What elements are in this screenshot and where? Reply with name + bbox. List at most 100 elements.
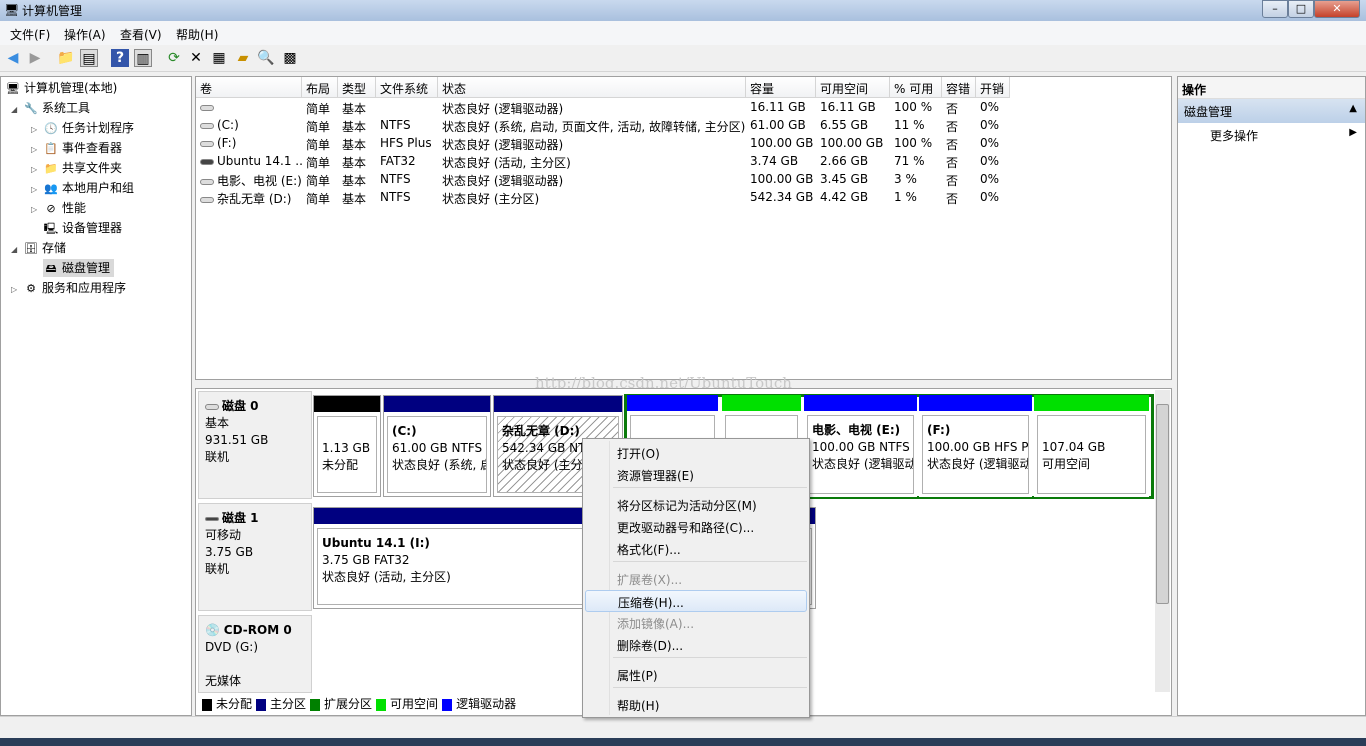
cell-text: 11 % — [894, 118, 925, 132]
legend-swatch — [202, 698, 212, 711]
menu-separator — [613, 687, 807, 688]
partition-c[interactable]: (C:) 61.00 GB NTFS 状态良好 (系统, 启 — [383, 395, 491, 497]
partition-status: 状态良好 (逻辑驱动 — [927, 457, 1029, 471]
collapse-up-icon[interactable]: ▲ — [1349, 103, 1357, 114]
disk-size: 931.51 GB — [205, 433, 269, 447]
properties-icon[interactable]: ▦ — [210, 49, 228, 67]
actions-section-disk-management[interactable]: 磁盘管理 ▲ — [1178, 99, 1365, 123]
column-header-capacity[interactable]: 容量 — [746, 77, 816, 98]
tree-item-performance[interactable]: ▷ ⊘ 性能 — [31, 199, 86, 217]
maximize-button[interactable]: □ — [1288, 0, 1314, 18]
show-hide-action-icon[interactable]: ▥ — [134, 49, 152, 67]
forward-icon[interactable]: ▶ — [26, 49, 44, 67]
delete-icon[interactable]: ✕ — [187, 49, 205, 67]
table-row[interactable]: (C:) 简单 基本 NTFS 状态良好 (系统, 启动, 页面文件, 活动, 故障转储… — [196, 116, 1171, 134]
drive-icon — [200, 104, 214, 111]
storage-icon: 🗄 — [24, 241, 38, 255]
column-header-overhead[interactable]: 开销 — [976, 77, 1010, 98]
partition-unallocated[interactable]: 1.13 GB 未分配 — [313, 395, 381, 497]
disk-type: 基本 — [205, 416, 230, 430]
menu-item-explore[interactable]: 资源管理器(E) — [585, 464, 807, 486]
tree-item-local-users[interactable]: ▷ 👥 本地用户和组 — [31, 179, 134, 197]
cell-free-space: 4.42 GB — [818, 190, 892, 208]
cell-text: 简单 — [306, 138, 331, 152]
cell-text: 状态良好 (主分区) — [442, 192, 540, 206]
menu-action[interactable]: 操作(A) — [64, 26, 106, 43]
open-icon[interactable]: ▰ — [234, 49, 252, 67]
refresh-icon[interactable]: ⟳ — [165, 49, 183, 67]
tree-item-disk-management[interactable]: 🖴 磁盘管理 — [43, 259, 115, 277]
menu-item-format[interactable]: 格式化(F)... — [585, 538, 807, 560]
minimize-button[interactable]: – — [1262, 0, 1288, 18]
search-icon[interactable]: 🔍 — [257, 49, 275, 67]
disk-0-label[interactable]: 磁盘 0 基本 931.51 GB 联机 — [198, 391, 312, 499]
settings-icon[interactable]: ▩ — [281, 49, 299, 67]
table-row[interactable]: (F:) 简单 基本 HFS Plus 状态良好 (逻辑驱动器) 100.00 GB 100… — [196, 134, 1171, 152]
vertical-scrollbar[interactable] — [1155, 390, 1170, 692]
tree-item-system-tools[interactable]: ◢ 🔧 系统工具 — [11, 99, 90, 117]
partition-f[interactable]: (F:) 100.00 GB HFS Pl 状态良好 (逻辑驱动 — [919, 395, 1032, 497]
cell-text: 电影、电视 (E:) — [217, 174, 302, 188]
column-header-volume[interactable]: 卷 — [196, 77, 302, 98]
tree-item-storage[interactable]: ◢ 🗄 存储 — [11, 239, 66, 257]
column-header-filesystem[interactable]: 文件系统 — [376, 77, 438, 98]
show-hide-tree-icon[interactable]: ▤ — [80, 49, 98, 67]
menu-item-mark-active[interactable]: 将分区标记为活动分区(M) — [585, 494, 807, 516]
column-header-free-space[interactable]: 可用空间 — [816, 77, 890, 98]
menu-item-open[interactable]: 打开(O) — [585, 442, 807, 464]
collapsed-arrow-icon[interactable]: ▷ — [31, 161, 43, 179]
tree-item-services[interactable]: ▷ ⚙ 服务和应用程序 — [11, 279, 126, 297]
help-icon[interactable]: ? — [111, 49, 129, 67]
menu-view[interactable]: 查看(V) — [120, 26, 162, 43]
menu-item-shrink-volume[interactable]: 压缩卷(H)... — [585, 590, 807, 612]
up-icon[interactable]: 📁 — [57, 49, 75, 67]
collapsed-arrow-icon[interactable]: ▷ — [31, 121, 43, 139]
partition-free-space[interactable]: 107.04 GB 可用空间 — [1034, 395, 1149, 497]
tree-item-event-viewer[interactable]: ▷ 📋 事件查看器 — [31, 139, 122, 157]
tree-item-device-manager[interactable]: 🖳 设备管理器 — [43, 219, 122, 237]
menu-file[interactable]: 文件(F) — [10, 26, 50, 43]
tree-label: 事件查看器 — [62, 141, 123, 155]
table-row[interactable]: 杂乱无章 (D:) 简单 基本 NTFS 状态良好 (主分区) 542.34 GB 4.42… — [196, 188, 1171, 206]
collapsed-arrow-icon[interactable]: ▷ — [31, 141, 43, 159]
expanded-arrow-icon[interactable]: ◢ — [11, 101, 23, 119]
menu-item-help[interactable]: 帮助(H) — [585, 694, 807, 716]
close-button[interactable]: ✕ — [1314, 0, 1360, 18]
drive-icon — [200, 196, 214, 203]
cell-text: 否 — [946, 156, 959, 170]
menu-item-add-mirror: 添加镜像(A)... — [617, 617, 695, 631]
menu-item-change-drive-letter[interactable]: 更改驱动器号和路径(C)... — [585, 516, 807, 538]
partition-e[interactable]: 电影、电视 (E:) 100.00 GB NTFS 状态良好 (逻辑驱动 — [804, 395, 917, 497]
menu-item-delete-volume[interactable]: 删除卷(D)... — [585, 634, 807, 656]
column-header-fault-tolerance[interactable]: 容错 — [942, 77, 976, 98]
tools-icon: 🔧 — [24, 101, 38, 115]
scrollbar-thumb[interactable] — [1156, 404, 1169, 604]
expanded-arrow-icon[interactable]: ◢ — [11, 241, 23, 259]
column-header-type[interactable]: 类型 — [338, 77, 376, 98]
menu-item-properties[interactable]: 属性(P) — [585, 664, 807, 686]
cdrom-0-label[interactable]: 💿 CD-ROM 0 DVD (G:) 无媒体 — [198, 615, 312, 693]
back-icon[interactable]: ◀ — [4, 49, 22, 67]
collapsed-arrow-icon[interactable]: ▷ — [31, 201, 43, 219]
table-row[interactable]: 简单 基本 状态良好 (逻辑驱动器) 16.11 GB 16.11 GB 100 % 否 0% — [196, 98, 1171, 116]
column-header-layout[interactable]: 布局 — [302, 77, 338, 98]
disk-name: 磁盘 0 — [222, 399, 259, 413]
tree-root[interactable]: 🖥 计算机管理(本地) — [5, 79, 117, 97]
collapsed-arrow-icon[interactable]: ▷ — [31, 181, 43, 199]
tree-item-shared-folders[interactable]: ▷ 📁 共享文件夹 — [31, 159, 122, 177]
tree-item-task-scheduler[interactable]: ▷ 🕓 任务计划程序 — [31, 119, 134, 137]
table-row[interactable]: 电影、电视 (E:) 简单 基本 NTFS 状态良好 (逻辑驱动器) 100.00 GB 3… — [196, 170, 1171, 188]
table-row[interactable]: Ubuntu 14.1 ... 简单 基本 FAT32 状态良好 (活动, 主分区) 3.… — [196, 152, 1171, 170]
column-header-status[interactable]: 状态 — [438, 77, 746, 98]
more-actions[interactable]: 更多操作 ▶ — [1178, 123, 1365, 145]
cell-text: 简单 — [306, 120, 331, 134]
collapsed-arrow-icon[interactable]: ▷ — [11, 281, 23, 299]
disk-state: 联机 — [205, 562, 230, 576]
column-header-percent-free[interactable]: % 可用 — [890, 77, 942, 98]
menu-help[interactable]: 帮助(H) — [176, 26, 218, 43]
cell-filesystem: NTFS — [378, 190, 440, 208]
window-title: 计算机管理 — [22, 4, 83, 18]
disk-1-label[interactable]: 磁盘 1 可移动 3.75 GB 联机 — [198, 503, 312, 611]
cell-text: 状态良好 (逻辑驱动器) — [442, 102, 564, 116]
cell-text: 100 % — [894, 136, 933, 150]
